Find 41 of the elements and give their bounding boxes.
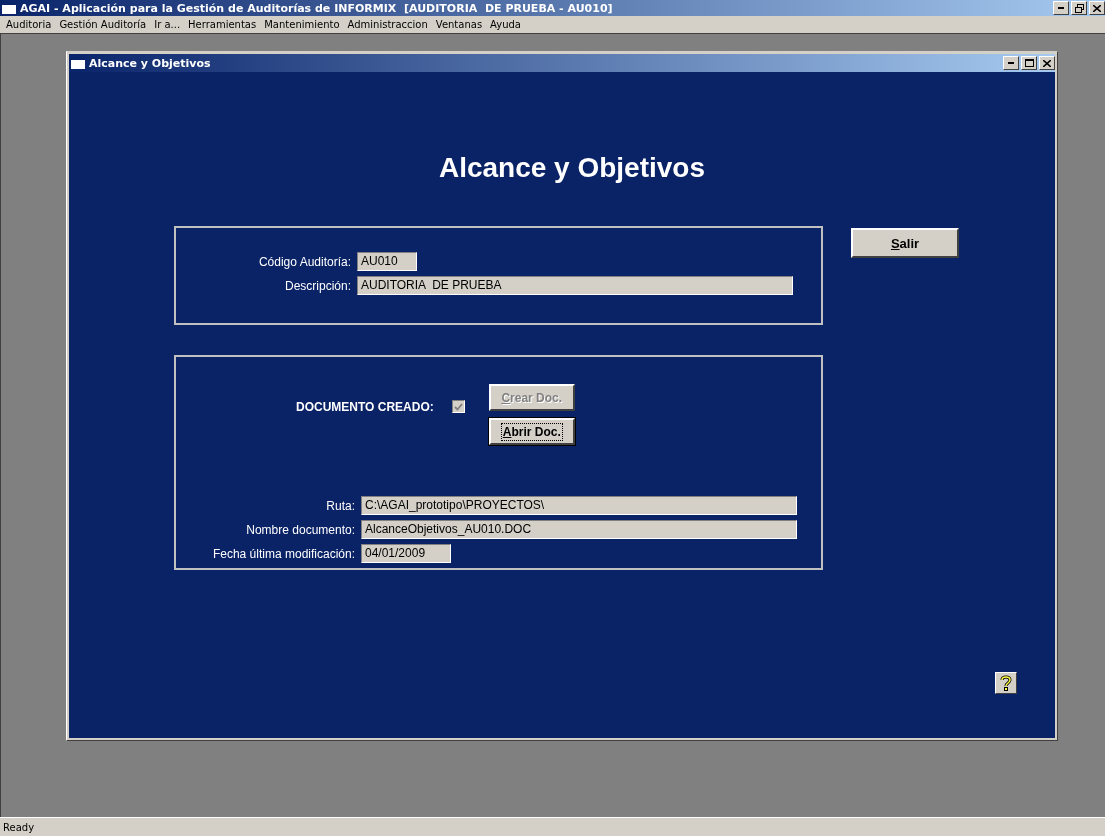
document-button[interactable]: Abrir Doc. bbox=[488, 418, 575, 445]
window-close-button[interactable] bbox=[1039, 56, 1055, 70]
menu-item[interactable]: Ir a... bbox=[150, 19, 185, 30]
checkbox-label: DOCUMENTO CREADO: bbox=[296, 400, 434, 416]
window-restore-button[interactable] bbox=[1071, 1, 1087, 15]
menu-item[interactable]: Mantenimiento bbox=[260, 19, 344, 30]
input-field[interactable]: AlcanceObjetivos_AU010.DOC bbox=[361, 520, 797, 539]
help-icon bbox=[1000, 675, 1012, 691]
minimize-icon bbox=[1008, 62, 1014, 64]
window-title: AGAI - Aplicación para la Gestión de Auditorías de INFORMIX [AUDITORIA DE PRUEBA - AU010] bbox=[19, 1, 614, 15]
window-close-button[interactable] bbox=[1089, 1, 1105, 15]
app-icon bbox=[2, 2, 16, 14]
menu-item[interactable]: Auditoria bbox=[2, 19, 56, 30]
maximize-icon bbox=[1024, 59, 1034, 67]
field-label: Descripción: bbox=[283, 278, 351, 293]
close-icon bbox=[1093, 4, 1101, 12]
minimize-icon bbox=[1058, 7, 1064, 9]
menu-item[interactable]: Administraccion bbox=[343, 19, 432, 30]
field-label: Nombre documento: bbox=[245, 522, 355, 537]
window-max-button[interactable] bbox=[1021, 56, 1037, 70]
close-icon bbox=[1043, 59, 1051, 67]
menu-item[interactable]: Ayuda bbox=[486, 19, 525, 30]
menu-item[interactable]: Gestión Auditoría bbox=[55, 19, 151, 30]
input-field[interactable]: AUDITORIA DE PRUEBA bbox=[357, 276, 793, 295]
input-field[interactable]: C:\AGAI_prototipo\PROYECTOS\ bbox=[361, 496, 797, 515]
exit-button[interactable]: Salir bbox=[851, 228, 959, 258]
status-text: Ready bbox=[3, 821, 35, 833]
field-label: Código Auditoría: bbox=[257, 254, 351, 269]
input-field[interactable]: 04/01/2009 bbox=[361, 544, 451, 563]
child-window-title: Alcance y Objetivos bbox=[88, 56, 212, 70]
menu-item[interactable]: Ventanas bbox=[431, 19, 487, 30]
window-min-button[interactable] bbox=[1053, 1, 1069, 15]
form-heading: Alcance y Objetivos bbox=[437, 152, 706, 184]
restore-icon bbox=[1074, 3, 1084, 13]
field-label: Ruta: bbox=[325, 498, 355, 513]
input-field[interactable]: AU010 bbox=[357, 252, 417, 271]
window-icon bbox=[71, 57, 85, 69]
field-label: Fecha última modificación: bbox=[211, 546, 355, 561]
window-min-button[interactable] bbox=[1003, 56, 1019, 70]
menu-item[interactable]: Herramientas bbox=[184, 19, 261, 30]
help-button[interactable] bbox=[995, 672, 1017, 694]
